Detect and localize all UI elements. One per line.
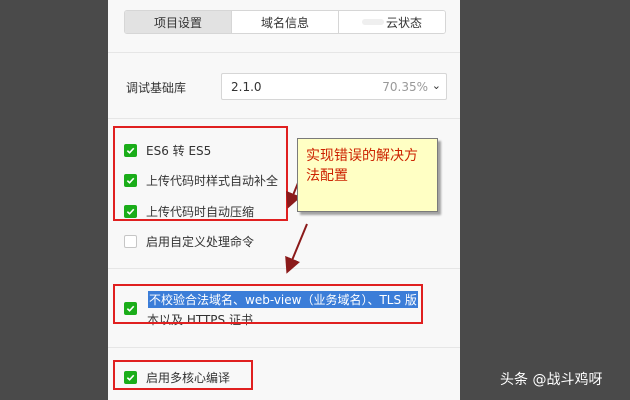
base-library-select[interactable]: 2.1.0 70.35% ⌄: [221, 73, 447, 100]
tab-label: 项目设置: [153, 15, 202, 30]
base-library-version: 2.1.0: [231, 80, 262, 94]
annotation-box-domain-check: [113, 284, 423, 324]
option-label: 启用自定义处理命令: [146, 235, 255, 249]
watermark: 头条 @战斗鸡呀: [500, 372, 603, 388]
blur-mark: [361, 19, 384, 25]
divider: [108, 52, 460, 53]
annotation-box-build-options: [113, 126, 288, 221]
tab-domain-info[interactable]: 域名信息: [232, 11, 339, 33]
annotation-box-multicore: [113, 360, 253, 390]
option-custom-commands[interactable]: 启用自定义处理命令: [124, 233, 254, 250]
tab-project-settings[interactable]: 项目设置: [125, 11, 232, 33]
tab-label: 云状态: [385, 15, 422, 30]
divider: [108, 347, 460, 348]
divider: [108, 268, 460, 269]
settings-tabs: 项目设置 域名信息 云状态: [124, 10, 446, 34]
annotation-note: 实现错误的解决方法配置: [297, 138, 438, 212]
base-library-label: 调试基础库: [126, 81, 187, 95]
tab-cloud-status[interactable]: 云状态: [339, 11, 445, 33]
tab-label: 域名信息: [260, 15, 309, 30]
chevron-down-icon: ⌄: [431, 79, 441, 92]
base-library-usage: 70.35%: [382, 80, 428, 94]
checkbox-unchecked-icon[interactable]: [124, 235, 137, 248]
divider: [108, 118, 460, 119]
